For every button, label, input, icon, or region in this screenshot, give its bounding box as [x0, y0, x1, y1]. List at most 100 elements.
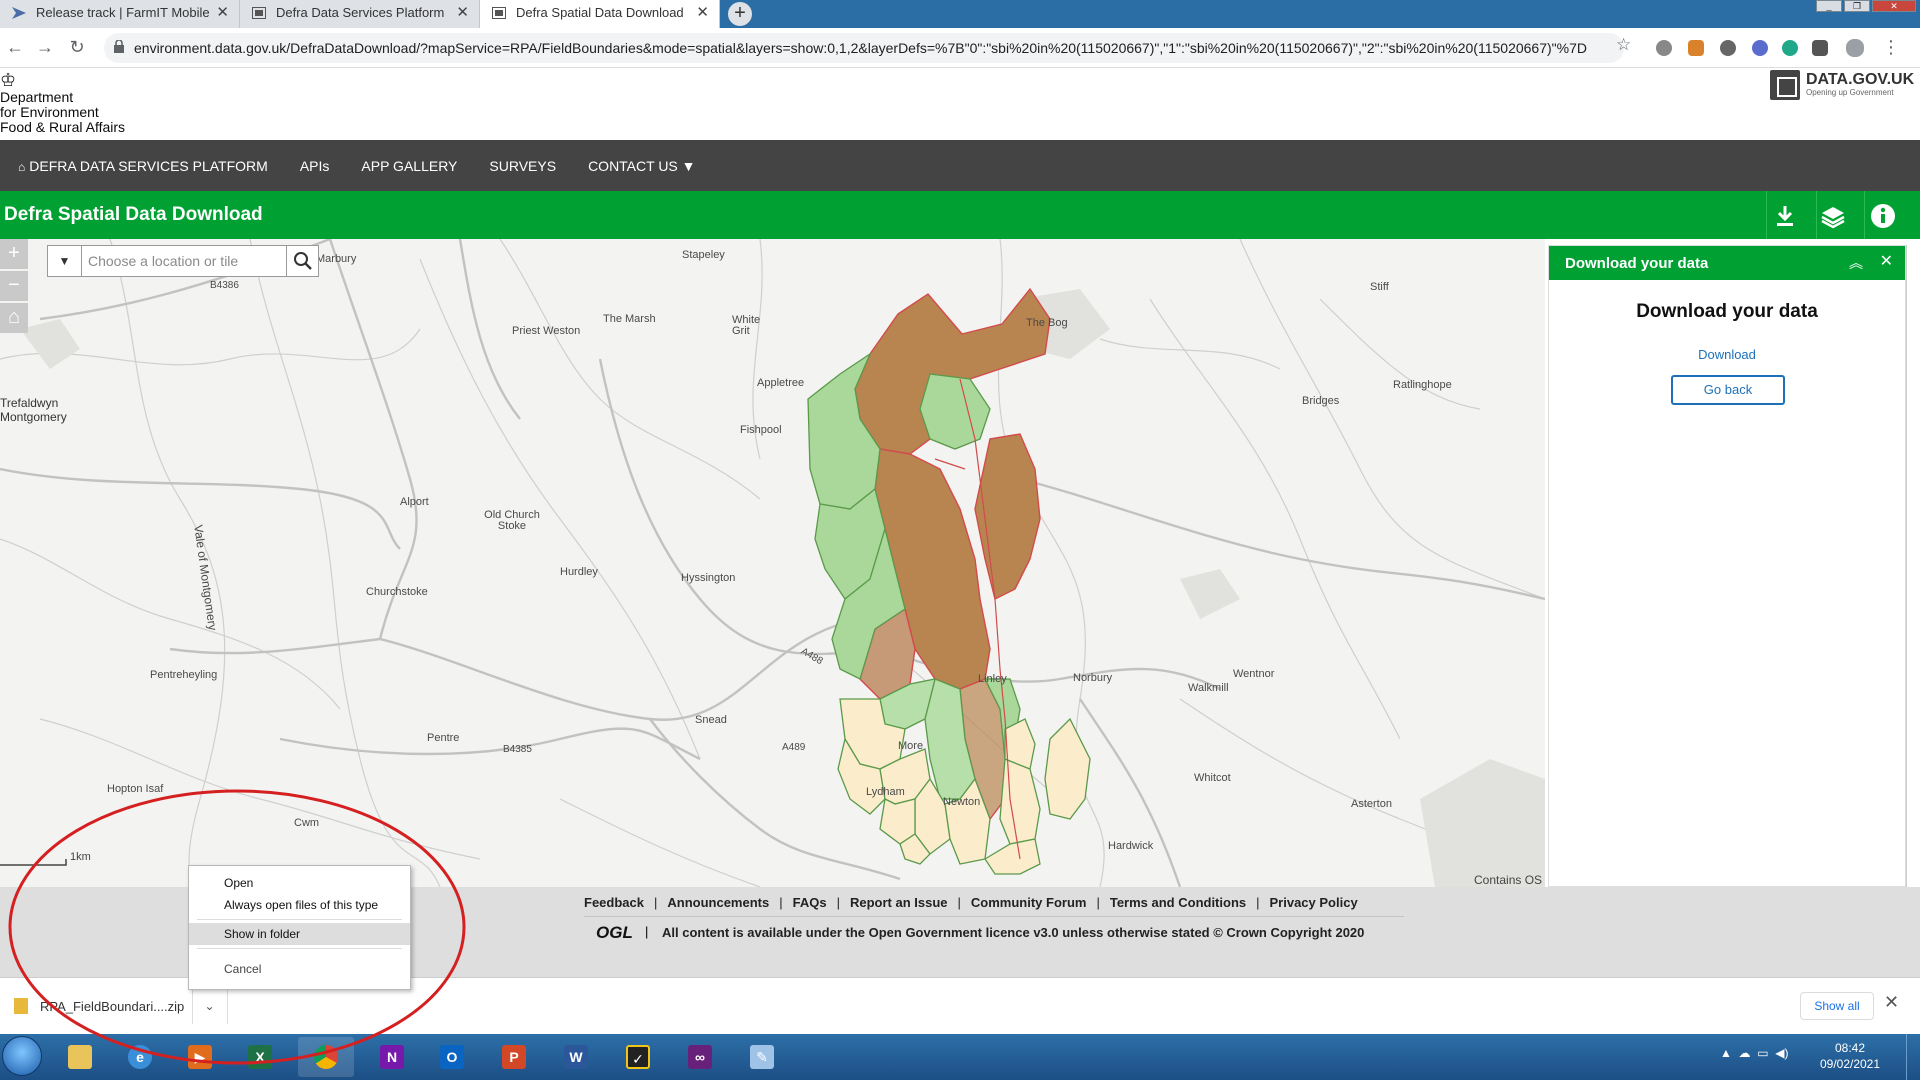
place-label: Norbury [1073, 672, 1113, 684]
extension-icon[interactable] [1656, 40, 1672, 56]
download-icon[interactable] [1770, 201, 1800, 231]
zoom-controls: + − ⌂ [0, 239, 28, 335]
tab-farmit[interactable]: Release track | FarmIT Mobile ✕ [0, 0, 240, 28]
download-filename[interactable]: RPA_FieldBoundari....zip [40, 999, 184, 1014]
place-label: Stapeley [682, 249, 725, 261]
download-options-chevron-icon[interactable]: ⌄ [192, 988, 226, 1024]
road-label: A489 [782, 742, 806, 753]
page-scrollbar[interactable] [1906, 245, 1920, 887]
reload-icon[interactable]: ↻ [66, 37, 88, 58]
menu-item-cancel[interactable]: Cancel [189, 958, 410, 980]
show-desktop-button[interactable] [1906, 1034, 1920, 1080]
zoom-in-icon[interactable]: + [0, 239, 28, 269]
browser-toolbar: ← → ↻ environment.data.gov.uk/DefraDataD… [0, 28, 1920, 68]
shelf-close-icon[interactable]: ✕ [1884, 992, 1899, 1013]
datagov-logo[interactable]: DATA.GOV.UK Opening up Government [1770, 68, 1914, 102]
layers-icon[interactable] [1818, 201, 1848, 231]
home-extent-icon[interactable]: ⌂ [0, 303, 28, 333]
go-back-button[interactable]: Go back [1671, 375, 1785, 405]
department-name[interactable]: Department for Environment Food & Rural … [0, 90, 125, 135]
footer-link-feedback[interactable]: Feedback [584, 895, 644, 910]
panel-heading: Download your data [1636, 301, 1818, 322]
clock-time: 08:42 [1834, 1041, 1866, 1055]
window-close-icon[interactable]: ✕ [1872, 0, 1916, 12]
menu-item-always-open[interactable]: Always open files of this type [189, 894, 410, 916]
place-label: Pentreheyling [150, 669, 218, 681]
place-label: Hardwick [1108, 840, 1154, 852]
panel-header-title: Download your data [1565, 255, 1709, 272]
show-all-button[interactable]: Show all [1800, 992, 1874, 1020]
internet-explorer-icon[interactable]: e [112, 1037, 168, 1077]
footer-divider [584, 916, 1404, 917]
forward-arrow-icon[interactable]: → [34, 37, 56, 58]
paint-icon[interactable]: ✎ [734, 1037, 790, 1077]
royal-crest-icon: ♔ [0, 70, 17, 90]
home-icon: ⌂ [18, 159, 26, 174]
place-label: Lydham [866, 786, 905, 798]
powerpoint-icon[interactable]: P [486, 1037, 542, 1077]
place-label: Hurdley [560, 566, 598, 578]
system-tray[interactable]: ▲ ☁ ▭ ◀) [1720, 1046, 1788, 1060]
tab-spatial-download[interactable]: Defra Spatial Data Download ✕ [480, 0, 720, 28]
puzzle-extensions-icon[interactable] [1812, 40, 1828, 56]
nav-item-contact-us[interactable]: CONTACT US ▼ [588, 158, 695, 174]
footer-link-terms[interactable]: Terms and Conditions [1110, 895, 1246, 910]
place-label: Fishpool [740, 424, 782, 436]
road-label: B4385 [503, 744, 532, 755]
footer-link-privacy[interactable]: Privacy Policy [1270, 895, 1358, 910]
download-panel: Download your data ︽ ✕ Download your dat… [1548, 245, 1906, 887]
search-icon[interactable] [286, 246, 318, 276]
footer-link-faqs[interactable]: FAQs [793, 895, 827, 910]
road-label: B4386 [210, 280, 239, 291]
nav-item-apis[interactable]: APIs [300, 158, 330, 174]
outlook-icon[interactable]: O [424, 1037, 480, 1077]
word-icon[interactable]: W [548, 1037, 604, 1077]
menu-item-show-in-folder[interactable]: Show in folder [189, 923, 410, 945]
footer-link-announcements[interactable]: Announcements [667, 895, 769, 910]
footer-link-community-forum[interactable]: Community Forum [971, 895, 1087, 910]
panel-close-icon[interactable]: ✕ [1880, 251, 1893, 271]
address-bar[interactable]: environment.data.gov.uk/DefraDataDownloa… [104, 33, 1624, 63]
menu-kebab-icon[interactable]: ⋮ [1880, 37, 1902, 58]
excel-icon[interactable]: X [232, 1037, 288, 1077]
todo-icon[interactable]: ✓ [610, 1037, 666, 1077]
extension-icon[interactable] [1688, 40, 1704, 56]
extension-icon[interactable] [1720, 40, 1736, 56]
map-view[interactable]: Stapeley Priest Weston The Marsh White G… [0, 239, 1545, 887]
tab-close-icon[interactable]: ✕ [456, 0, 469, 26]
profile-avatar-icon[interactable] [1846, 39, 1864, 57]
nav-item-surveys[interactable]: SURVEYS [489, 158, 556, 174]
menu-divider [197, 948, 402, 949]
taskbar-clock[interactable]: 08:42 09/02/2021 [1814, 1040, 1886, 1072]
zoom-out-icon[interactable]: − [0, 271, 28, 301]
media-player-icon[interactable]: ▶ [172, 1037, 228, 1077]
back-arrow-icon[interactable]: ← [4, 37, 26, 58]
divider [1816, 191, 1817, 239]
nav-item-app-gallery[interactable]: APP GALLERY [361, 158, 457, 174]
tab-close-icon[interactable]: ✕ [216, 0, 229, 26]
new-tab-button[interactable]: + [728, 2, 752, 26]
start-button-icon[interactable] [2, 1036, 42, 1076]
location-search-input[interactable] [88, 252, 278, 270]
nav-item-platform[interactable]: ⌂ DEFRA DATA SERVICES PLATFORM [18, 158, 268, 174]
main-nav: ⌂ DEFRA DATA SERVICES PLATFORM APIs APP G… [0, 140, 1920, 191]
chrome-icon[interactable] [298, 1037, 354, 1077]
minimize-icon[interactable]: _ [1816, 0, 1842, 12]
file-explorer-icon[interactable] [52, 1037, 108, 1077]
onenote-icon[interactable]: N [364, 1037, 420, 1077]
edge-extension-icon[interactable] [1782, 40, 1798, 56]
extension-icon[interactable] [1752, 40, 1768, 56]
info-icon[interactable] [1868, 201, 1898, 231]
bookmark-star-icon[interactable]: ☆ [1616, 35, 1631, 55]
search-dropdown-icon[interactable]: ▼ [48, 246, 82, 276]
download-link[interactable]: Download [1549, 347, 1905, 362]
footer-link-report-issue[interactable]: Report an Issue [850, 895, 948, 910]
collapse-chevron-icon[interactable]: ︽ [1849, 253, 1863, 273]
tab-close-icon[interactable]: ✕ [696, 0, 709, 26]
visual-studio-icon[interactable]: ∞ [672, 1037, 728, 1077]
place-label: The Marsh [603, 313, 656, 325]
tab-defra-platform[interactable]: Defra Data Services Platform ✕ [240, 0, 480, 28]
restore-icon[interactable]: ❐ [1844, 0, 1870, 12]
menu-item-open[interactable]: Open [189, 872, 410, 894]
ogl-logo[interactable]: OGL [596, 923, 633, 943]
